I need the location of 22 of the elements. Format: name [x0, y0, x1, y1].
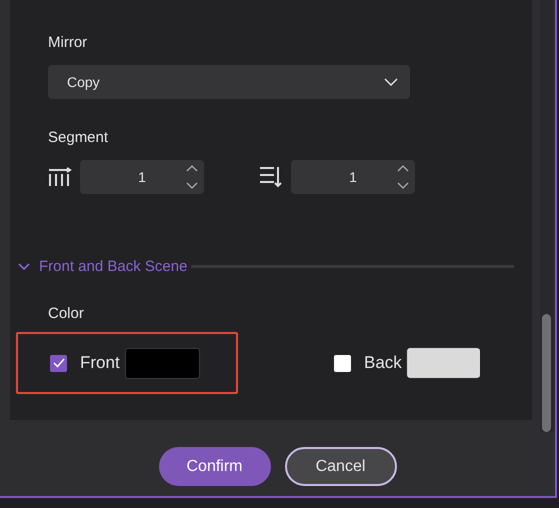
mirror-dropdown[interactable]: Copy [48, 65, 410, 99]
chevron-down-icon [384, 78, 398, 86]
spinner-arrows-icon[interactable] [397, 165, 409, 189]
number-spinner[interactable]: 1 [291, 160, 415, 194]
checkbox[interactable] [334, 354, 351, 372]
confirm-button[interactable]: Confirm [158, 447, 270, 486]
columns-icon [48, 167, 72, 187]
section-header[interactable]: Front and Back Scene [39, 258, 188, 275]
scrollbar[interactable] [540, 0, 554, 432]
rows-icon [259, 166, 283, 188]
field-label: Segment [48, 129, 108, 146]
spinner-arrows-icon[interactable] [186, 165, 198, 189]
checkbox-label: Front [80, 353, 120, 373]
checkbox[interactable] [50, 354, 67, 372]
color-swatch[interactable] [124, 348, 200, 378]
chevron-down-icon[interactable] [18, 262, 30, 270]
cancel-button[interactable]: Cancel [284, 447, 396, 486]
field-label: Color [48, 305, 84, 322]
number-spinner[interactable]: 1 [80, 160, 204, 194]
checkbox-label: Back [364, 353, 402, 373]
field-label: Mirror [48, 34, 88, 51]
color-swatch[interactable] [406, 348, 480, 378]
